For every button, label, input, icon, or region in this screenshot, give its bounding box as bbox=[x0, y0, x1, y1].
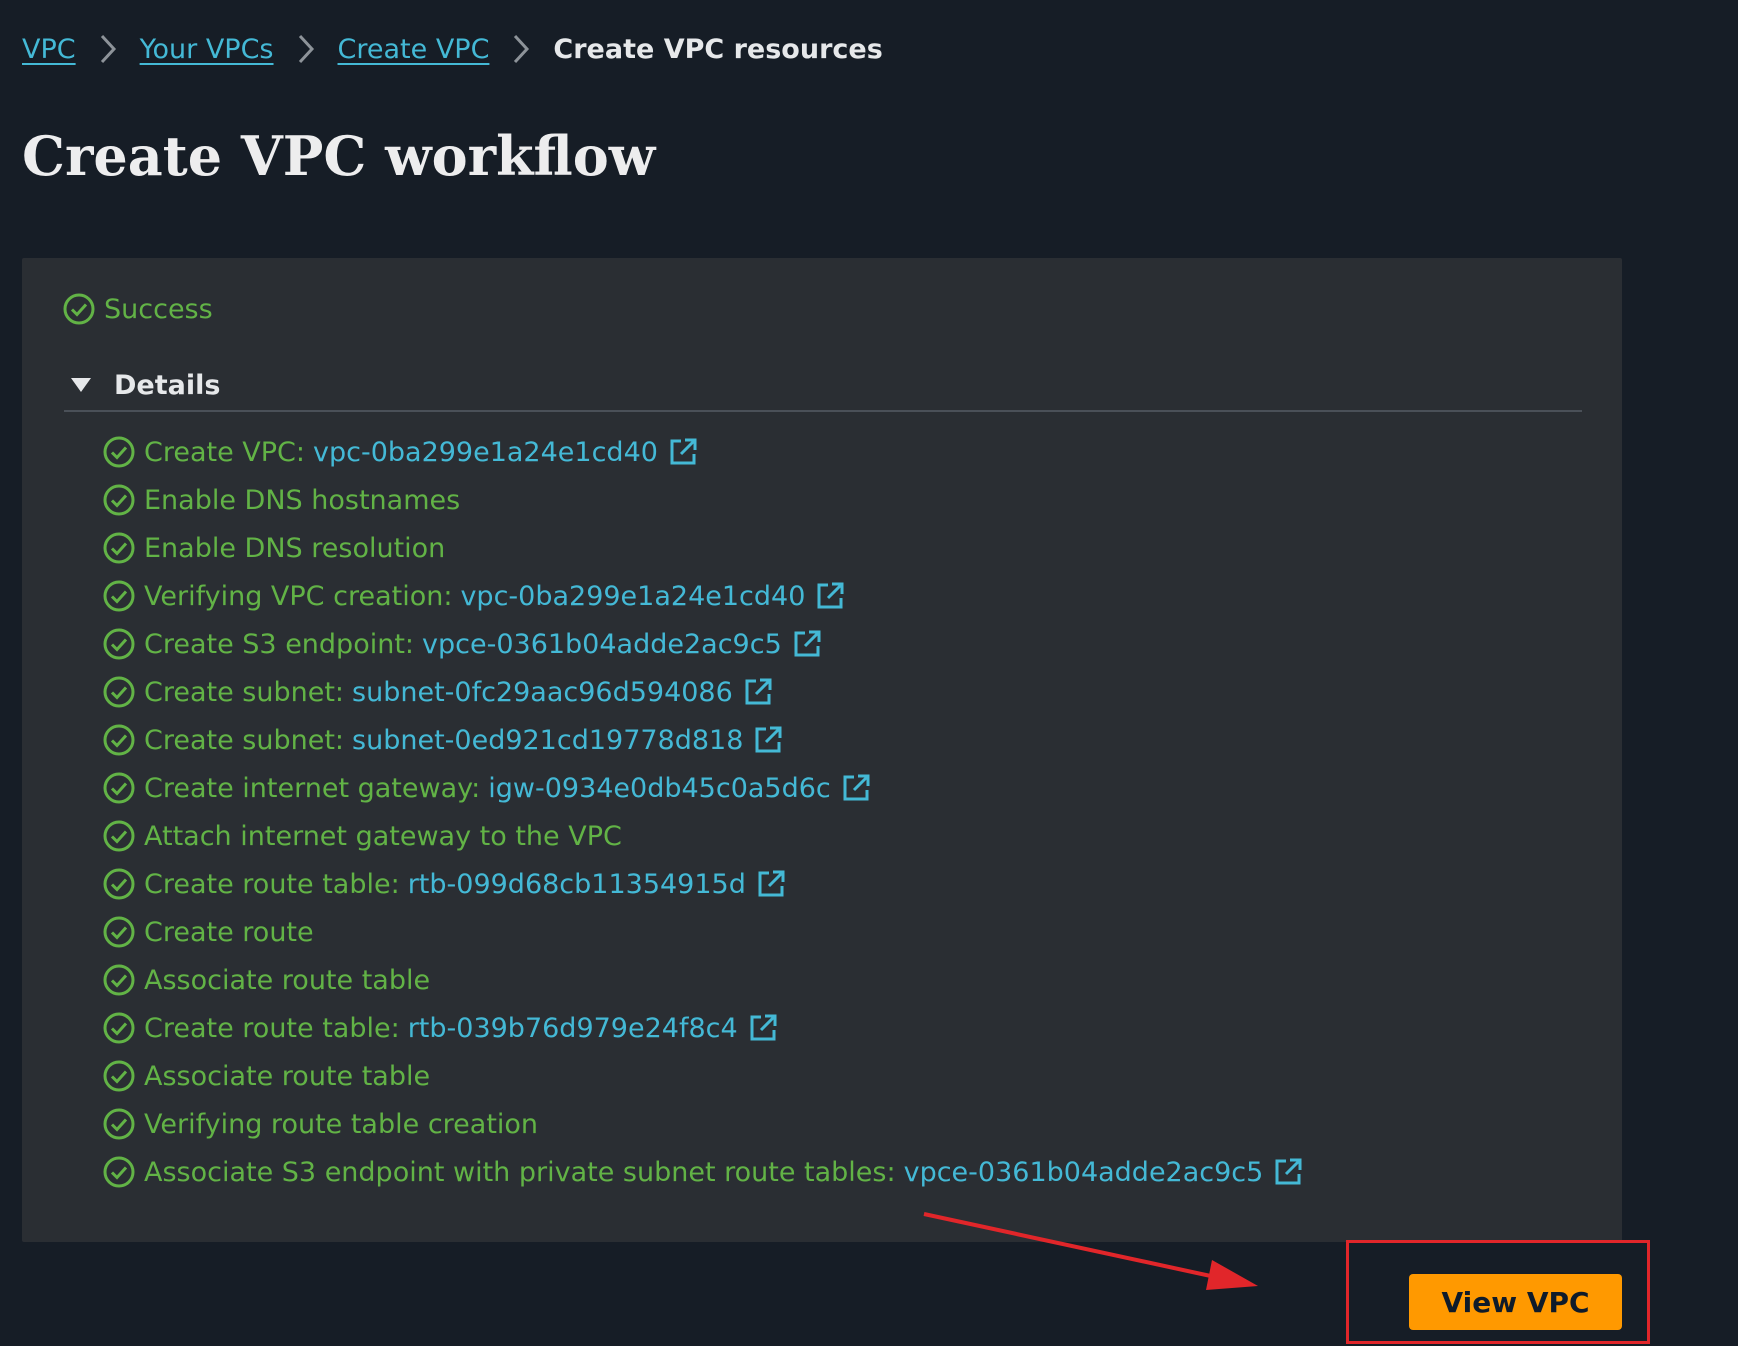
step-resource-link[interactable]: rtb-039b76d979e24f8c4 bbox=[408, 1013, 738, 1044]
breadcrumb: VPC Your VPCs Create VPC Create VPC reso… bbox=[22, 26, 883, 72]
chevron-right-icon bbox=[76, 29, 140, 69]
step-list: Create VPC: vpc-0ba299e1a24e1cd40 Enable D… bbox=[102, 428, 1303, 1196]
step-resource-link[interactable]: igw-0934e0db45c0a5d6c bbox=[488, 773, 831, 804]
check-circle-icon bbox=[103, 580, 135, 612]
step-text: Associate S3 endpoint with private subne… bbox=[144, 1156, 896, 1188]
check-circle-icon bbox=[103, 1156, 135, 1188]
step-resource-link[interactable]: vpce-0361b04adde2ac9c5 bbox=[422, 629, 782, 660]
step-item: Associate route table bbox=[102, 956, 1303, 1004]
external-link-icon[interactable] bbox=[668, 437, 698, 467]
step-item: Create subnet: subnet-0fc29aac96d594086 bbox=[102, 668, 1303, 716]
step-text: Verifying route table creation bbox=[144, 1108, 539, 1140]
step-item: Create route table: rtb-039b76d979e24f8c4 bbox=[102, 1004, 1303, 1052]
details-label: Details bbox=[114, 369, 221, 401]
step-item: Attach internet gateway to the VPC bbox=[102, 812, 1303, 860]
chevron-right-icon bbox=[274, 29, 338, 69]
step-resource-link[interactable]: rtb-099d68cb11354915d bbox=[408, 869, 746, 900]
step-item: Verifying route table creation bbox=[102, 1100, 1303, 1148]
check-circle-icon bbox=[103, 1012, 135, 1044]
step-text: Create subnet: bbox=[144, 724, 345, 756]
details-toggle[interactable]: Details bbox=[64, 360, 1582, 412]
check-circle-icon bbox=[103, 532, 135, 564]
step-text: Enable DNS hostnames bbox=[144, 484, 461, 516]
check-circle-icon bbox=[103, 724, 135, 756]
page-title: Create VPC workflow bbox=[22, 124, 656, 188]
step-item: Associate route table bbox=[102, 1052, 1303, 1100]
external-link-icon[interactable] bbox=[1273, 1157, 1303, 1187]
breadcrumb-link-create-vpc[interactable]: Create VPC bbox=[338, 34, 490, 65]
check-circle-icon bbox=[103, 676, 135, 708]
step-text: Create internet gateway: bbox=[144, 772, 481, 804]
breadcrumb-link-vpc[interactable]: VPC bbox=[22, 34, 76, 65]
check-circle-icon bbox=[103, 964, 135, 996]
step-item: Verifying VPC creation: vpc-0ba299e1a24e1… bbox=[102, 572, 1303, 620]
step-text: Create VPC: bbox=[144, 436, 305, 468]
step-item: Create VPC: vpc-0ba299e1a24e1cd40 bbox=[102, 428, 1303, 476]
external-link-icon[interactable] bbox=[743, 677, 773, 707]
breadcrumb-link-your-vpcs[interactable]: Your VPCs bbox=[140, 34, 274, 65]
step-item: Create subnet: subnet-0ed921cd19778d818 bbox=[102, 716, 1303, 764]
check-circle-icon bbox=[103, 820, 135, 852]
step-text: Create S3 endpoint: bbox=[144, 628, 415, 660]
external-link-icon[interactable] bbox=[815, 581, 845, 611]
external-link-icon[interactable] bbox=[841, 773, 871, 803]
check-circle-icon bbox=[103, 484, 135, 516]
step-item: Create route table: rtb-099d68cb11354915d bbox=[102, 860, 1303, 908]
check-circle-icon bbox=[103, 1108, 135, 1140]
status-success: Success bbox=[62, 292, 213, 326]
step-item: Enable DNS resolution bbox=[102, 524, 1303, 572]
step-resource-link[interactable]: vpce-0361b04adde2ac9c5 bbox=[904, 1157, 1264, 1188]
status-label: Success bbox=[104, 293, 213, 325]
external-link-icon[interactable] bbox=[756, 869, 786, 899]
step-text: Verifying VPC creation: bbox=[144, 580, 453, 612]
step-text: Create route bbox=[144, 916, 314, 948]
step-text: Create subnet: bbox=[144, 676, 345, 708]
step-text: Attach internet gateway to the VPC bbox=[144, 820, 622, 852]
step-item: Create route bbox=[102, 908, 1303, 956]
step-text: Enable DNS resolution bbox=[144, 532, 446, 564]
check-circle-icon bbox=[103, 772, 135, 804]
breadcrumb-current: Create VPC resources bbox=[553, 33, 883, 65]
step-resource-link[interactable]: subnet-0fc29aac96d594086 bbox=[352, 677, 733, 708]
check-circle-icon bbox=[103, 916, 135, 948]
external-link-icon[interactable] bbox=[792, 629, 822, 659]
step-resource-link[interactable]: subnet-0ed921cd19778d818 bbox=[352, 725, 743, 756]
step-item: Associate S3 endpoint with private subne… bbox=[102, 1148, 1303, 1196]
check-circle-icon bbox=[63, 293, 95, 325]
step-text: Create route table: bbox=[144, 868, 400, 900]
check-circle-icon bbox=[103, 1060, 135, 1092]
chevron-right-icon bbox=[489, 29, 553, 69]
external-link-icon[interactable] bbox=[748, 1013, 778, 1043]
step-item: Create S3 endpoint: vpce-0361b04adde2ac9c… bbox=[102, 620, 1303, 668]
step-resource-link[interactable]: vpc-0ba299e1a24e1cd40 bbox=[460, 581, 805, 612]
step-resource-link[interactable]: vpc-0ba299e1a24e1cd40 bbox=[313, 437, 658, 468]
step-item: Enable DNS hostnames bbox=[102, 476, 1303, 524]
step-text: Create route table: bbox=[144, 1012, 400, 1044]
check-circle-icon bbox=[103, 868, 135, 900]
view-vpc-button[interactable]: View VPC bbox=[1409, 1274, 1622, 1330]
check-circle-icon bbox=[103, 436, 135, 468]
check-circle-icon bbox=[103, 628, 135, 660]
workflow-panel: Success Details Create VPC: vpc-0ba299e1a… bbox=[22, 258, 1622, 1242]
step-item: Create internet gateway: igw-0934e0db45c0… bbox=[102, 764, 1303, 812]
caret-down-icon bbox=[71, 378, 91, 392]
step-text: Associate route table bbox=[144, 1060, 431, 1092]
step-text: Associate route table bbox=[144, 964, 431, 996]
external-link-icon[interactable] bbox=[753, 725, 783, 755]
